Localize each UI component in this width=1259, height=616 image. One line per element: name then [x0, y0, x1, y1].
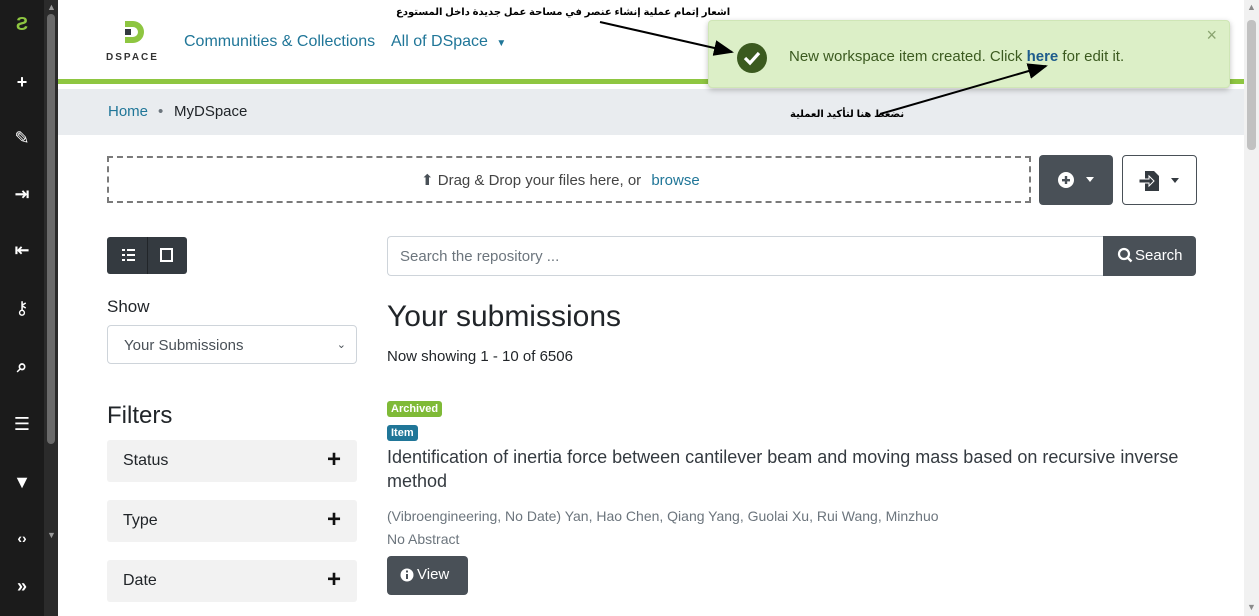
page-scrollbar[interactable]: ▲ ▼ — [1244, 0, 1259, 616]
page-scroll-thumb[interactable] — [1247, 20, 1256, 150]
arrow-to-toast — [599, 21, 734, 56]
annotation-arrows — [599, 21, 1048, 115]
scroll-up-icon[interactable]: ▲ — [1247, 2, 1256, 12]
arrow-to-link — [879, 63, 1048, 115]
scroll-down-icon[interactable]: ▼ — [1247, 602, 1256, 612]
